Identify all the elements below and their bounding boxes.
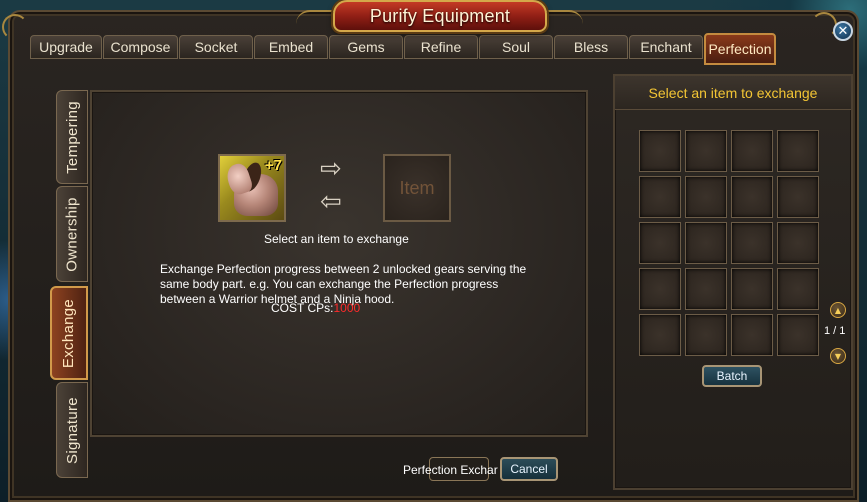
tab-perfection[interactable]: Perfection	[704, 33, 776, 65]
inventory-slot[interactable]	[777, 314, 819, 356]
tab-label: Bless	[573, 39, 609, 55]
tab-label: Embed	[268, 39, 314, 55]
tab-label: Perfection	[708, 41, 772, 57]
inventory-slot[interactable]	[731, 130, 773, 172]
tab-embed[interactable]: Embed	[254, 35, 328, 59]
inventory-header: Select an item to exchange	[615, 76, 851, 110]
tab-label: Gems	[347, 39, 385, 55]
item-placeholder-text: Item	[399, 177, 435, 198]
cancel-button[interactable]: Cancel	[500, 457, 558, 481]
side-tab-label: Exchange	[60, 298, 78, 368]
cost-line: COST CPs:1000	[271, 301, 360, 315]
triangle-up-icon: ▲	[834, 305, 842, 315]
item-plus-badge: +7	[264, 157, 282, 174]
top-tab-bar: Upgrade Compose Socket Embed Gems Refine…	[30, 33, 776, 65]
inventory-slot[interactable]	[639, 222, 681, 264]
tab-refine[interactable]: Refine	[404, 35, 478, 59]
triangle-down-icon: ▼	[834, 351, 842, 361]
inventory-slot[interactable]	[685, 314, 727, 356]
tab-label: Socket	[194, 39, 238, 55]
tab-enchant[interactable]: Enchant	[629, 35, 703, 59]
tab-soul[interactable]: Soul	[479, 35, 553, 59]
inventory-slot[interactable]	[777, 176, 819, 218]
inventory-slot[interactable]	[731, 314, 773, 356]
inventory-slot[interactable]	[731, 176, 773, 218]
tab-label: Compose	[110, 39, 171, 55]
tab-label: Enchant	[640, 39, 692, 55]
tab-bless[interactable]: Bless	[554, 35, 628, 59]
side-tab-exchange[interactable]: Exchange	[50, 286, 88, 380]
inventory-grid	[639, 130, 819, 356]
close-icon: ✕	[837, 23, 849, 39]
target-item-slot[interactable]: Item	[383, 154, 451, 222]
inventory-slot[interactable]	[639, 176, 681, 218]
inventory-slot[interactable]	[731, 268, 773, 310]
page-indicator: 1 / 1	[824, 325, 846, 337]
tab-label: Upgrade	[39, 39, 93, 55]
cost-label: COST CPs:	[271, 301, 334, 315]
window-title: Purify Equipment	[369, 5, 511, 26]
batch-button[interactable]: Batch	[702, 365, 762, 387]
side-tab-label: Signature	[63, 396, 81, 464]
inventory-slot[interactable]	[685, 268, 727, 310]
inventory-slot[interactable]	[639, 314, 681, 356]
title-wing-right	[543, 10, 583, 24]
inventory-slot[interactable]	[731, 222, 773, 264]
batch-label: Batch	[716, 369, 748, 383]
inventory-slot[interactable]	[639, 130, 681, 172]
source-item-slot[interactable]: +7	[218, 154, 286, 222]
window-title-plate: Purify Equipment	[333, 0, 547, 32]
arrow-right-icon: ⇨	[320, 154, 342, 184]
tab-label: Soul	[501, 39, 531, 55]
select-item-label: Select an item to exchange	[264, 232, 409, 246]
inventory-slot[interactable]	[685, 176, 727, 218]
page-down-button[interactable]: ▼	[830, 348, 846, 364]
perfection-exchange-label: Perfection Exchar	[403, 463, 498, 477]
inventory-slot[interactable]	[777, 130, 819, 172]
cost-value: 1000	[333, 301, 361, 315]
tab-gems[interactable]: Gems	[329, 35, 403, 59]
tab-label: Refine	[420, 39, 462, 55]
side-tab-label: Tempering	[63, 100, 81, 174]
tab-upgrade[interactable]: Upgrade	[30, 35, 102, 59]
inventory-slot[interactable]	[639, 268, 681, 310]
tab-compose[interactable]: Compose	[103, 35, 178, 59]
close-button[interactable]: ✕	[833, 21, 853, 41]
inventory-slot[interactable]	[685, 130, 727, 172]
side-tab-signature[interactable]: Signature	[56, 382, 88, 478]
inventory-slot[interactable]	[685, 222, 727, 264]
title-wing-left	[296, 10, 336, 24]
cancel-label: Cancel	[510, 462, 548, 476]
inventory-slot[interactable]	[777, 222, 819, 264]
side-tab-tempering[interactable]: Tempering	[56, 90, 88, 184]
corner-ornament-left	[2, 14, 28, 40]
page-up-button[interactable]: ▲	[830, 302, 846, 318]
side-tab-label: Ownership	[63, 196, 81, 272]
inventory-slot[interactable]	[777, 268, 819, 310]
tab-socket[interactable]: Socket	[179, 35, 253, 59]
arrow-left-icon: ⇦	[320, 187, 342, 217]
side-tab-ownership[interactable]: Ownership	[56, 186, 88, 282]
